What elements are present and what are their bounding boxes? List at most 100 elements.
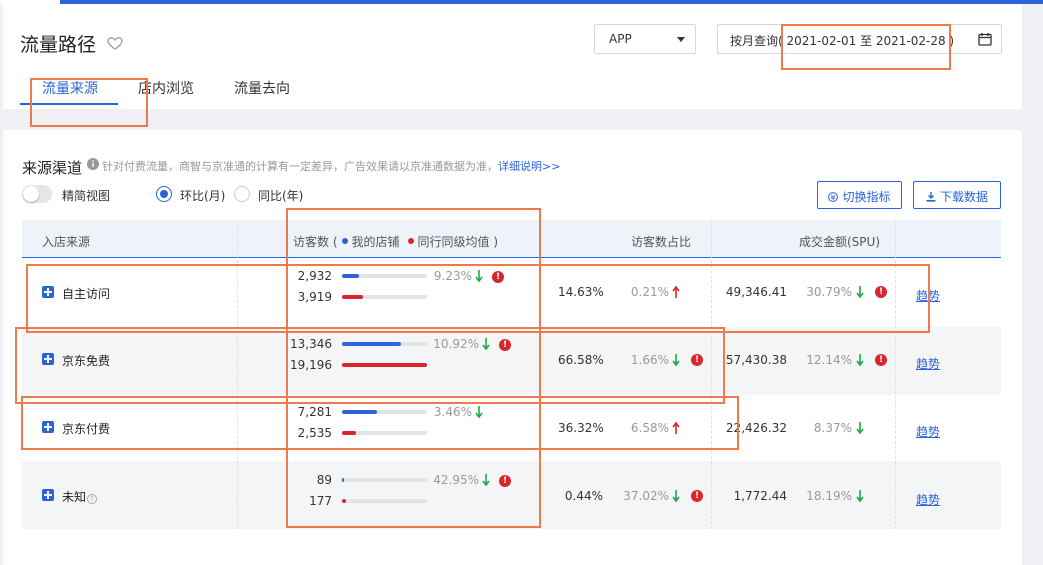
- arrow-down-icon: [856, 490, 864, 502]
- arrow-down-icon: [856, 422, 864, 434]
- share-change: 37.02%: [623, 489, 669, 503]
- radio-month-on-month[interactable]: [156, 186, 172, 202]
- warning-icon[interactable]: !: [875, 354, 887, 366]
- visitors-peer-bar: [342, 363, 427, 367]
- visitor-change: 10.92%: [433, 337, 479, 351]
- page-title: 流量路径: [20, 34, 97, 56]
- section-title: 来源渠道: [22, 159, 83, 177]
- gmv-change: 8.37%: [813, 421, 852, 435]
- heart-icon[interactable]: [106, 34, 124, 52]
- warning-icon[interactable]: !: [499, 339, 511, 351]
- visitors-mine-bar: [342, 410, 427, 414]
- radio-year-on-year[interactable]: [234, 186, 250, 202]
- table-row: [22, 395, 1001, 463]
- trend-link[interactable]: 趋势: [916, 491, 940, 508]
- expand-plus-icon[interactable]: [42, 421, 54, 433]
- visitor-share: 66.58%: [558, 353, 604, 367]
- platform-select[interactable]: APP: [594, 24, 696, 54]
- visitor-share: 36.32%: [558, 421, 604, 435]
- header-visitor-share: 访客数占比: [631, 235, 692, 249]
- visitor-change: 9.23%: [433, 269, 472, 283]
- gmv: 22,426.32: [725, 421, 787, 435]
- visitors-peer-bar-fill: [342, 363, 427, 367]
- share-change: 0.21%: [630, 285, 669, 299]
- double-chevron-down-icon: [828, 192, 839, 202]
- trend-link[interactable]: 趋势: [916, 423, 940, 440]
- details-link[interactable]: 详细说明>>: [498, 160, 560, 173]
- active-tab-indicator: [20, 103, 118, 105]
- visitors-mine: 13,346: [290, 337, 332, 351]
- radio-month-on-month-label: 环比(月): [180, 189, 226, 203]
- share-change: 1.66%: [630, 353, 669, 367]
- visitors-peer: 3,919: [297, 290, 332, 304]
- table-row: [22, 259, 1001, 327]
- source-name: 未知?: [62, 488, 98, 505]
- switch-metrics-button[interactable]: 切换指标: [817, 181, 902, 209]
- visitors-mine-bar-fill: [342, 274, 359, 278]
- visitors-mine-bar-fill: [342, 478, 344, 482]
- source-name: 自主访问: [62, 287, 111, 301]
- gmv: 57,430.38: [725, 353, 787, 367]
- column-divider: [895, 220, 896, 529]
- tab-traffic-destination[interactable]: 流量去向: [234, 78, 290, 98]
- source-name: 京东付费: [62, 422, 111, 436]
- expand-plus-icon[interactable]: [42, 353, 54, 365]
- visitor-share: 14.63%: [558, 285, 604, 299]
- download-data-button[interactable]: 下载数据: [913, 181, 1001, 209]
- visitor-share: 0.44%: [564, 489, 603, 503]
- tab-in-store-browse[interactable]: 店内浏览: [138, 78, 194, 98]
- column-divider: [237, 220, 238, 529]
- visitor-change: 3.46%: [433, 405, 472, 419]
- compact-view-toggle[interactable]: [22, 185, 52, 203]
- calendar-icon: [978, 33, 992, 46]
- date-range-value: ( 2021-02-01 至 2021-02-28 ): [778, 34, 955, 48]
- warning-icon[interactable]: !: [492, 271, 504, 283]
- download-icon: [926, 192, 936, 202]
- header-source: 入店来源: [42, 235, 91, 249]
- arrow-down-icon: [672, 354, 680, 366]
- warning-icon[interactable]: !: [875, 286, 887, 298]
- date-range-label: 按月查询: [730, 34, 779, 48]
- visitors-peer: 19,196: [290, 358, 332, 372]
- visitors-mine: 2,932: [297, 269, 332, 283]
- warning-icon[interactable]: !: [691, 490, 703, 502]
- tab-traffic-source[interactable]: 流量来源: [42, 78, 98, 98]
- trend-link[interactable]: 趋势: [916, 287, 940, 304]
- header-gmv: 成交金额(SPU): [799, 235, 881, 249]
- gmv-change: 12.14%: [806, 353, 852, 367]
- share-change: 6.58%: [630, 421, 669, 435]
- table-row: [22, 327, 1001, 395]
- visitors-mine: 89: [316, 473, 332, 487]
- radio-year-on-year-label: 同比(年): [258, 189, 304, 203]
- visitors-peer-bar-fill: [342, 431, 356, 435]
- gmv: 1,772.44: [733, 489, 787, 503]
- expand-plus-icon[interactable]: [42, 489, 54, 501]
- date-range-picker[interactable]: 按月查询( 2021-02-01 至 2021-02-28 ): [717, 24, 1002, 54]
- chevron-down-icon: [677, 37, 685, 42]
- arrow-down-icon: [856, 354, 864, 366]
- trend-link[interactable]: 趋势: [916, 355, 940, 372]
- visitors-mine: 7,281: [297, 405, 332, 419]
- visitors-peer: 2,535: [297, 426, 332, 440]
- warning-icon[interactable]: !: [499, 475, 511, 487]
- arrow-down-icon: [475, 406, 483, 418]
- expand-plus-icon[interactable]: [42, 286, 54, 298]
- platform-select-value: APP: [609, 32, 632, 46]
- visitors-mine-bar: [342, 478, 427, 482]
- legend-dot-mine: [341, 238, 348, 244]
- section-note: 针对付费流量，商智与京准通的计算有一定差异，广告效果请以京准通数据为准，详细说明…: [102, 160, 561, 173]
- arrow-down-icon: [482, 474, 490, 486]
- arrow-down-icon: [856, 286, 864, 298]
- compact-view-label: 精简视图: [62, 189, 111, 203]
- visitors-peer: 177: [309, 494, 332, 508]
- visitor-change: 42.95%: [433, 473, 479, 487]
- column-divider: [539, 220, 540, 529]
- info-icon[interactable]: [87, 158, 99, 170]
- visitors-peer-bar-fill: [342, 499, 346, 503]
- arrow-down-icon: [482, 338, 490, 350]
- warning-icon[interactable]: !: [691, 354, 703, 366]
- help-icon[interactable]: ?: [87, 494, 98, 504]
- table-row: [22, 461, 1001, 529]
- visitors-mine-bar-fill: [342, 410, 377, 414]
- visitors-peer-bar-fill: [342, 295, 363, 299]
